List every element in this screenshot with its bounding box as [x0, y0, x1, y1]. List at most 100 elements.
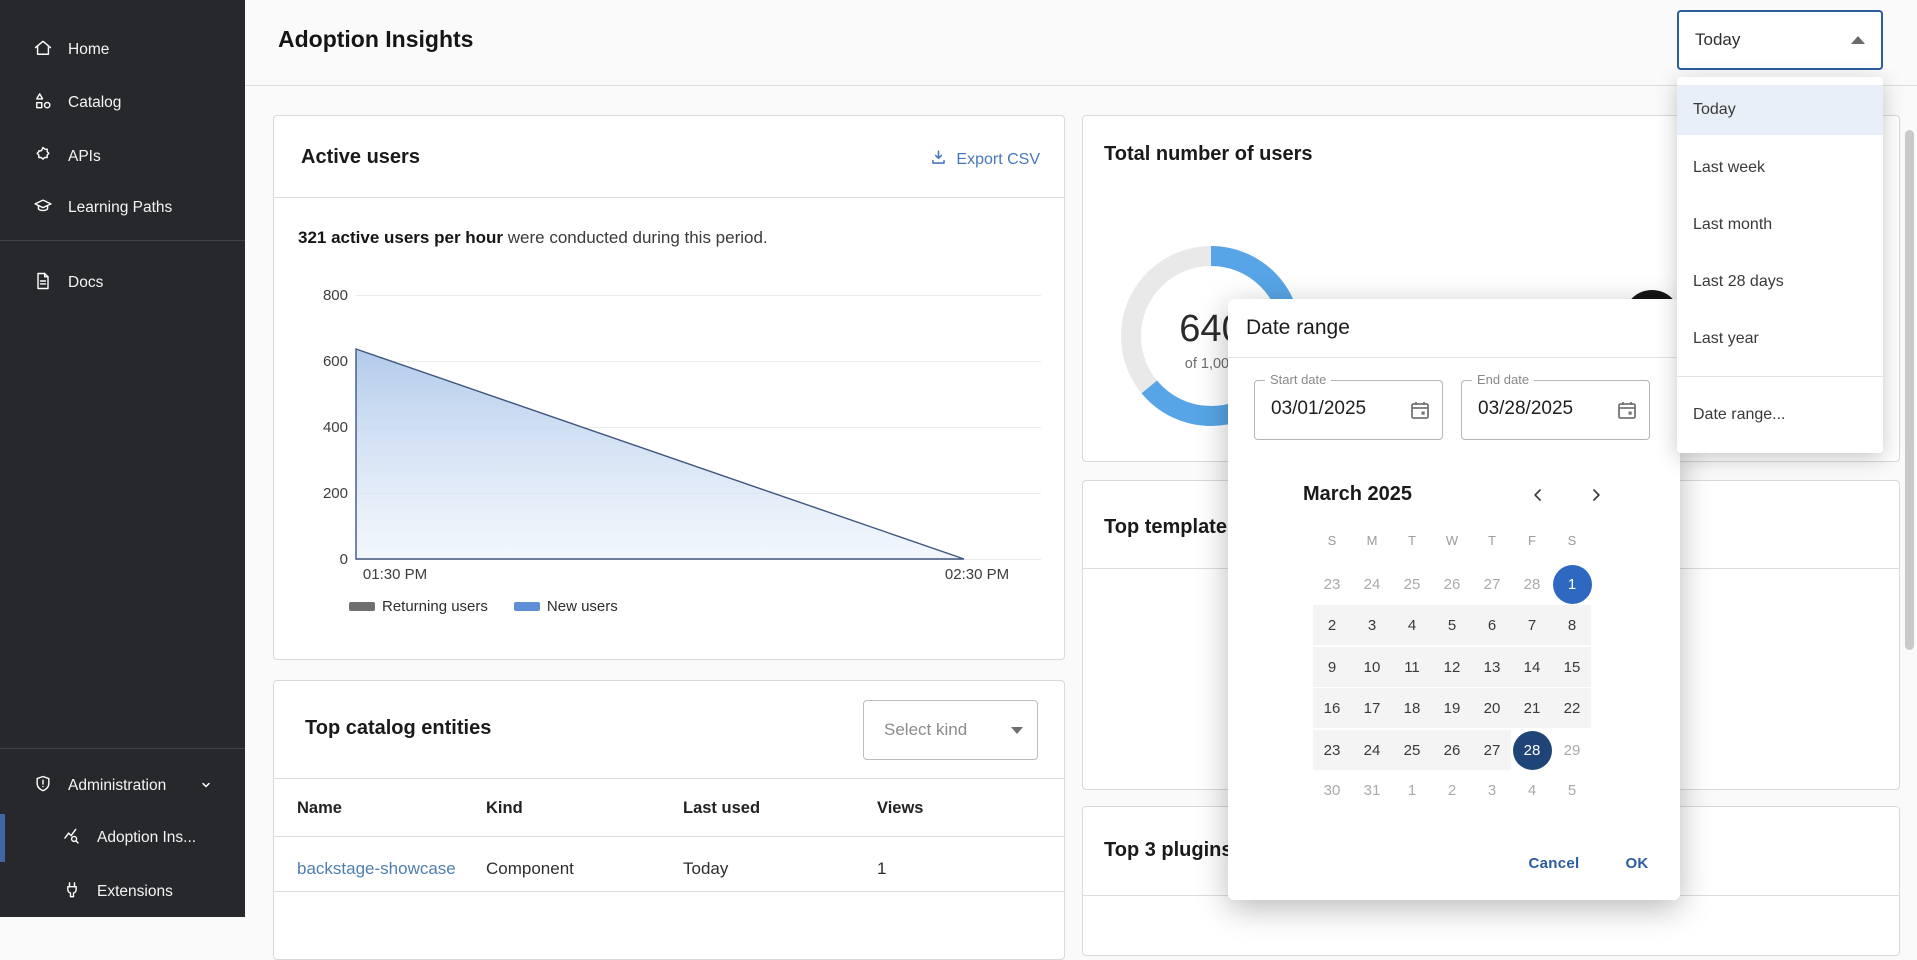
menu-item-last-week[interactable]: Last week	[1677, 143, 1883, 193]
calendar-icon[interactable]	[1615, 398, 1639, 427]
calendar-day[interactable]: 4	[1392, 605, 1432, 645]
sidebar-item-home[interactable]: Home	[0, 26, 245, 74]
calendar-day[interactable]: 5	[1552, 770, 1592, 810]
calendar-day[interactable]: 7	[1512, 605, 1552, 645]
calendar-day[interactable]: 6	[1472, 605, 1512, 645]
calendar-day[interactable]: 21	[1512, 688, 1552, 728]
calendar-day[interactable]: 25	[1392, 730, 1432, 770]
page-scrollbar[interactable]	[1905, 130, 1914, 650]
entity-views: 1	[877, 859, 886, 879]
calendar-day[interactable]: 5	[1432, 605, 1472, 645]
start-date-label: Start date	[1265, 372, 1331, 387]
calendar-day[interactable]: 9	[1312, 647, 1352, 687]
calendar-day[interactable]: 14	[1512, 647, 1552, 687]
menu-item-last-month[interactable]: Last month	[1677, 200, 1883, 250]
calendar-day[interactable]: 18	[1392, 688, 1432, 728]
calendar-day-selected-start[interactable]: 1	[1552, 564, 1592, 604]
calendar-day[interactable]: 16	[1312, 688, 1352, 728]
calendar-day[interactable]: 4	[1512, 770, 1552, 810]
calendar-day[interactable]: 27	[1472, 730, 1512, 770]
select-kind-dropdown[interactable]: Select kind	[863, 700, 1038, 760]
sidebar-item-catalog[interactable]: Catalog	[0, 79, 245, 127]
card-title: Total number of users	[1104, 143, 1313, 166]
card-title: Active users	[301, 146, 420, 169]
chart-legend: Returning users New users	[349, 598, 618, 615]
sidebar-item-apis[interactable]: APIs	[0, 133, 245, 181]
calendar-day[interactable]: 23	[1312, 564, 1352, 604]
calendar-day[interactable]: 26	[1432, 564, 1472, 604]
card-title: Top templates	[1104, 516, 1238, 539]
calendar-day-selected-end[interactable]: 28	[1512, 730, 1552, 770]
calendar-week-row: 23 24 25 26 27 28 29	[1312, 730, 1592, 770]
summary-rest: were conducted during this period.	[503, 228, 768, 247]
sidebar-item-administration[interactable]: Administration	[0, 762, 245, 810]
calendar-day[interactable]: 24	[1352, 730, 1392, 770]
calendar-day[interactable]: 13	[1472, 647, 1512, 687]
calendar-day[interactable]: 24	[1352, 564, 1392, 604]
active-users-area-chart: 800 600 400 200 0 01:30 PM 02:30 PM	[304, 266, 1044, 596]
calendar-day[interactable]: 15	[1552, 647, 1592, 687]
calendar-day[interactable]: 28	[1512, 564, 1552, 604]
calendar-day[interactable]: 19	[1432, 688, 1472, 728]
calendar-day[interactable]: 8	[1552, 605, 1592, 645]
sidebar-item-label: Administration	[68, 777, 166, 795]
api-seal-icon	[33, 145, 53, 170]
entity-link[interactable]: backstage-showcase	[297, 859, 456, 879]
calendar-day[interactable]: 31	[1352, 770, 1392, 810]
graduation-cap-icon	[33, 196, 53, 221]
calendar-day[interactable]: 27	[1472, 564, 1512, 604]
previous-month-button[interactable]	[1525, 482, 1551, 508]
calendar-day[interactable]: 23	[1312, 730, 1352, 770]
calendar-day[interactable]: 22	[1552, 688, 1592, 728]
calendar-day[interactable]: 11	[1392, 647, 1432, 687]
calendar-day[interactable]: 2	[1312, 605, 1352, 645]
menu-item-today[interactable]: Today	[1677, 85, 1883, 135]
catalog-icon	[33, 91, 53, 116]
date-range-select[interactable]: Today	[1677, 10, 1883, 70]
calendar-day[interactable]: 1	[1392, 770, 1432, 810]
cancel-button[interactable]: Cancel	[1511, 845, 1597, 881]
calendar-day[interactable]: 25	[1392, 564, 1432, 604]
sidebar-item-extensions[interactable]: Extensions	[0, 868, 245, 916]
weekday: W	[1432, 520, 1472, 560]
document-icon	[33, 271, 53, 296]
calendar-day[interactable]: 20	[1472, 688, 1512, 728]
legend-swatch-new	[514, 602, 540, 611]
sidebar-item-label: APIs	[68, 148, 101, 166]
insights-chart-magnifier-icon	[62, 826, 82, 851]
dialog-divider	[1228, 357, 1680, 358]
column-header-name: Name	[297, 799, 342, 818]
ok-button[interactable]: OK	[1611, 845, 1663, 881]
sidebar-item-docs[interactable]: Docs	[0, 259, 245, 307]
calendar-week-row: 9 10 11 12 13 14 15	[1312, 647, 1592, 687]
calendar-day[interactable]: 30	[1312, 770, 1352, 810]
calendar-day[interactable]: 26	[1432, 730, 1472, 770]
export-csv-button[interactable]: Export CSV	[929, 148, 1040, 172]
sidebar-item-learning-paths[interactable]: Learning Paths	[0, 184, 245, 232]
calendar-day[interactable]: 12	[1432, 647, 1472, 687]
next-month-button[interactable]	[1583, 482, 1609, 508]
calendar-month-label: March 2025	[1303, 483, 1412, 506]
weekday: M	[1352, 520, 1392, 560]
calendar-day[interactable]: 17	[1352, 688, 1392, 728]
menu-item-last-28-days[interactable]: Last 28 days	[1677, 257, 1883, 307]
calendar-day[interactable]: 10	[1352, 647, 1392, 687]
sidebar: Home Catalog APIs Learning Paths Docs Ad…	[0, 0, 245, 917]
calendar-day[interactable]: 2	[1432, 770, 1472, 810]
calendar-day[interactable]: 29	[1552, 730, 1592, 770]
card-divider	[274, 778, 1064, 779]
calendar-day[interactable]: 3	[1352, 605, 1392, 645]
date-range-select-value: Today	[1695, 30, 1740, 50]
end-date-field[interactable]: End date 03/28/2025	[1461, 380, 1650, 440]
sidebar-item-adoption-insights[interactable]: Adoption Ins...	[0, 814, 245, 862]
menu-item-last-year[interactable]: Last year	[1677, 314, 1883, 364]
weekday: T	[1472, 520, 1512, 560]
start-date-field[interactable]: Start date 03/01/2025	[1254, 380, 1443, 440]
column-header-last-used: Last used	[683, 799, 760, 818]
card-divider	[274, 197, 1064, 198]
download-icon	[929, 148, 948, 172]
calendar-day[interactable]: 3	[1472, 770, 1512, 810]
menu-item-date-range[interactable]: Date range...	[1677, 390, 1883, 440]
table-divider	[274, 836, 1064, 837]
calendar-icon[interactable]	[1408, 398, 1432, 427]
